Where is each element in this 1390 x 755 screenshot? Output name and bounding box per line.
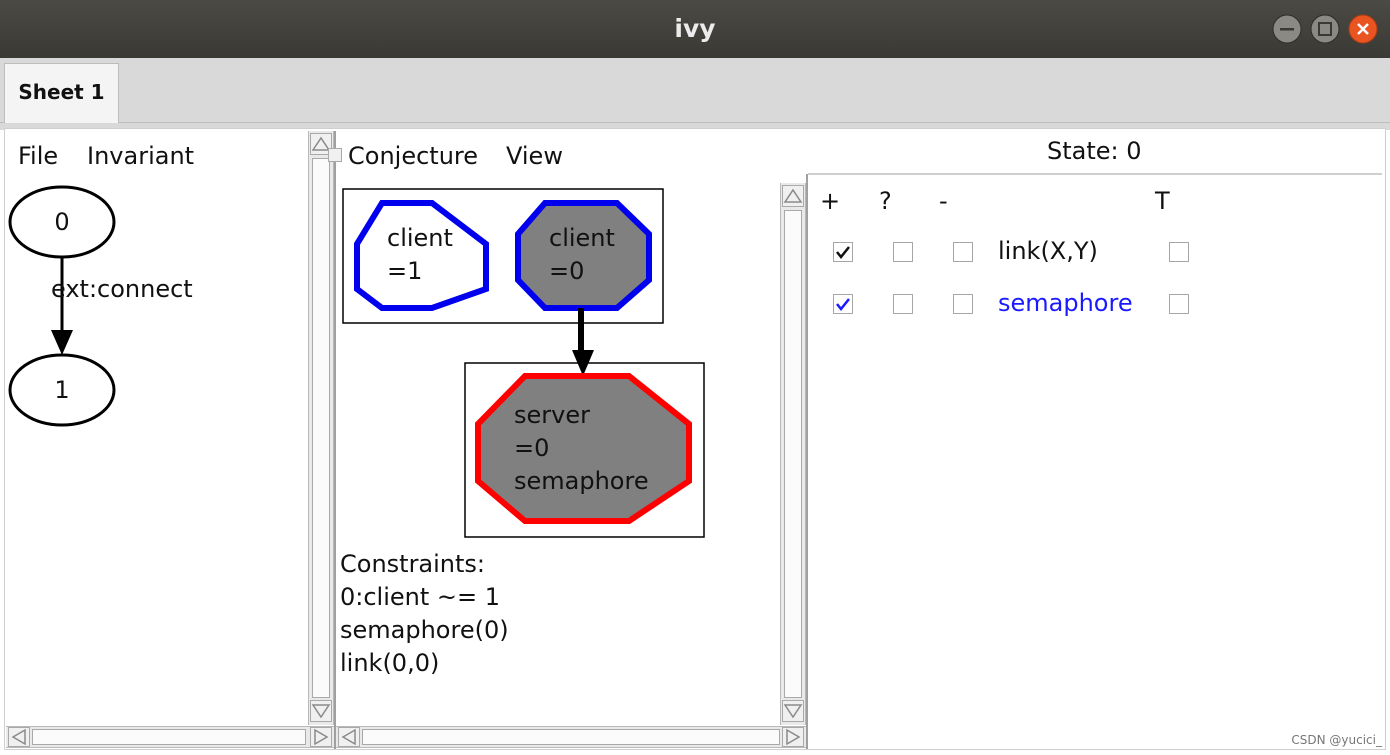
left-horizontal-scroll-thumb[interactable]	[32, 729, 306, 745]
middle-scroll-right-button[interactable]	[782, 727, 804, 747]
watermark: CSDN @yucici_	[1291, 733, 1382, 747]
left-scroll-left-button[interactable]	[8, 727, 30, 747]
panel-divider-right[interactable]	[806, 174, 808, 749]
row-link-minus-checkbox[interactable]	[953, 242, 973, 262]
arrow-left-icon	[341, 728, 356, 746]
state-label: State: 0	[1047, 137, 1142, 165]
menu-conjecture[interactable]: Conjecture	[348, 142, 478, 170]
checkmark-icon	[836, 298, 850, 312]
tab-divider	[0, 122, 1390, 123]
minimize-icon	[1272, 14, 1302, 44]
graph-edge-label: ext:connect	[51, 275, 193, 303]
maximize-button[interactable]	[1310, 14, 1340, 44]
constraints-title: Constraints:	[340, 550, 486, 578]
arrow-down-icon	[783, 704, 803, 719]
arrow-down-icon	[311, 704, 331, 719]
client-0-node[interactable]	[515, 200, 652, 311]
checkmark-icon	[836, 246, 850, 260]
row-link-label[interactable]: link(X,Y)	[998, 237, 1098, 265]
arrow-left-icon	[11, 728, 26, 746]
middle-horizontal-scroll-thumb[interactable]	[362, 729, 780, 745]
right-panel-top-border	[808, 173, 1382, 175]
client-1-label-line1: client	[387, 224, 453, 252]
window-title: ivy	[674, 14, 716, 43]
arrow-up-icon	[783, 188, 803, 203]
left-scroll-right-button[interactable]	[310, 727, 332, 747]
row-semaphore-minus-checkbox[interactable]	[953, 294, 973, 314]
middle-vertical-scroll-thumb[interactable]	[784, 210, 802, 698]
client-0-label-line1: client	[549, 224, 615, 252]
header-t: T	[1155, 187, 1170, 215]
arrow-right-icon	[786, 728, 801, 746]
row-link-t-checkbox[interactable]	[1169, 242, 1189, 262]
middle-scroll-up-button[interactable]	[782, 185, 804, 207]
server-label-line1: server	[514, 401, 590, 429]
constraint-line: link(0,0)	[340, 649, 440, 677]
middle-scroll-down-button[interactable]	[782, 700, 804, 722]
tab-sheet-1[interactable]: Sheet 1	[4, 63, 119, 123]
row-semaphore-t-checkbox[interactable]	[1169, 294, 1189, 314]
client-0-label-line2: =0	[549, 257, 585, 285]
left-scroll-down-button[interactable]	[310, 700, 332, 722]
server-label-line3: semaphore	[514, 467, 649, 495]
header-question: ?	[879, 187, 892, 215]
row-semaphore-question-checkbox[interactable]	[893, 294, 913, 314]
close-button[interactable]	[1348, 14, 1378, 44]
constraint-line: semaphore(0)	[340, 616, 509, 644]
menu-view[interactable]: View	[506, 142, 563, 170]
row-link-plus-checkbox[interactable]	[833, 242, 853, 262]
left-vertical-scroll-thumb[interactable]	[312, 158, 330, 698]
row-semaphore-label[interactable]: semaphore	[998, 289, 1133, 317]
tab-strip	[0, 58, 1390, 130]
arrow-right-icon	[314, 728, 329, 746]
minimize-button[interactable]	[1272, 14, 1302, 44]
menu-file[interactable]: File	[18, 142, 58, 170]
arrow-head-icon	[51, 330, 73, 355]
graph-node-0-label: 0	[54, 208, 70, 236]
row-link-question-checkbox[interactable]	[893, 242, 913, 262]
client-1-label-line2: =1	[387, 257, 423, 285]
pane-resize-handle[interactable]	[328, 148, 342, 162]
graph-node-1-label: 1	[54, 376, 70, 404]
menu-invariant[interactable]: Invariant	[87, 142, 194, 170]
constraint-line: 0:client ~= 1	[340, 583, 501, 611]
server-label-line2: =0	[514, 434, 550, 462]
close-icon	[1348, 14, 1378, 44]
header-minus: -	[939, 187, 948, 215]
row-semaphore-plus-checkbox[interactable]	[833, 294, 853, 314]
panel-divider-left[interactable]	[334, 131, 336, 749]
maximize-icon	[1310, 14, 1340, 44]
header-plus: +	[820, 187, 841, 215]
middle-scroll-left-button[interactable]	[338, 727, 360, 747]
server-node[interactable]	[475, 373, 692, 524]
